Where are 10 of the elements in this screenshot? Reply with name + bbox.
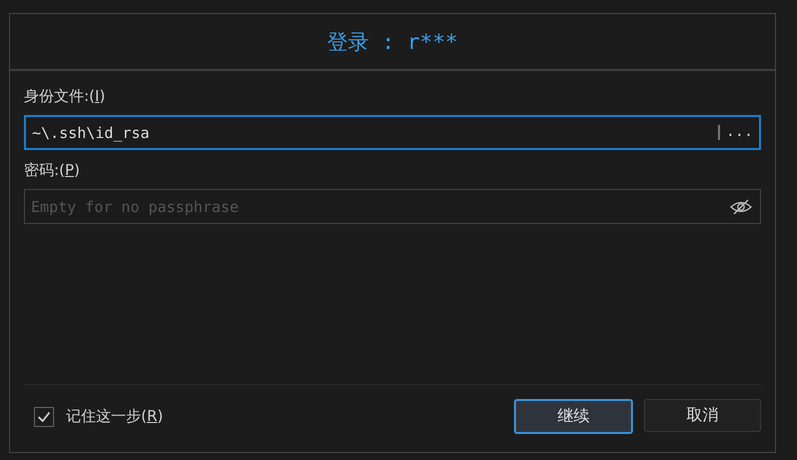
field-label: 密码:(P) [24,161,80,180]
hidden-eye-icon[interactable] [730,198,752,214]
checkbox[interactable] [34,406,54,426]
dialog-title: 登录 : r*** [10,14,775,71]
continue-button[interactable]: 继续 [514,399,633,434]
field-label: 身份文件:(I) [24,87,106,106]
cancel-button[interactable]: 取消 [644,399,761,432]
input-field[interactable]: ~\.ssh\id_rsa ... [24,115,761,150]
checkbox-label: 记住这一步(R) [66,407,164,426]
browse-button[interactable]: ... [726,122,759,144]
